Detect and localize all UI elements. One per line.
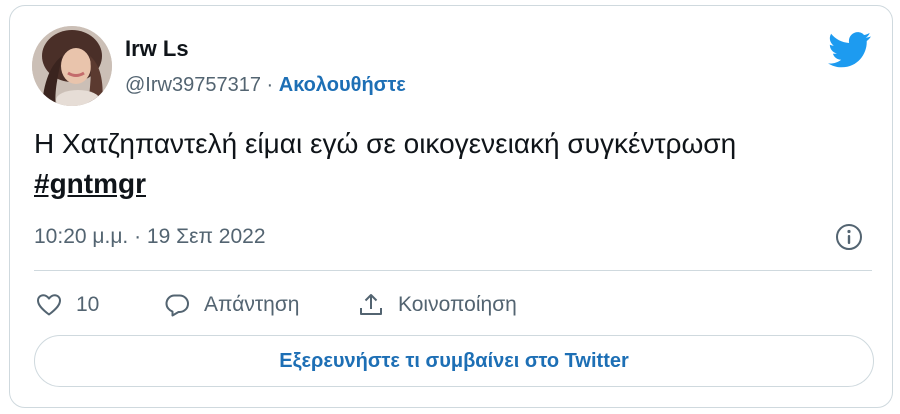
reply-button[interactable]: Απάντηση bbox=[164, 289, 299, 321]
like-button[interactable]: 10 bbox=[36, 289, 99, 321]
info-icon[interactable] bbox=[835, 223, 863, 251]
share-button[interactable]: Κοινοποίηση bbox=[358, 289, 517, 321]
author-handle[interactable]: @Irw39757317 bbox=[125, 74, 261, 96]
tweet-embed-card: Irw Ls @Irw39757317 · Ακολουθήστε Η Χατζ… bbox=[9, 5, 893, 408]
speech-bubble-icon bbox=[165, 294, 189, 317]
tweet-timestamp[interactable]: 10:20 μ.μ. · 19 Σεπ 2022 bbox=[34, 225, 266, 249]
follow-link[interactable]: Ακολουθήστε bbox=[279, 74, 406, 96]
like-count: 10 bbox=[76, 293, 100, 316]
divider bbox=[34, 270, 872, 271]
avatar-photo bbox=[32, 26, 112, 106]
heart-icon bbox=[37, 294, 61, 316]
reply-label: Απάντηση bbox=[204, 293, 300, 316]
twitter-bird-icon[interactable] bbox=[828, 32, 872, 68]
author-name[interactable]: Irw Ls bbox=[125, 36, 189, 62]
author-handle-line: @Irw39757317 · Ακολουθήστε bbox=[125, 74, 406, 97]
tweet-body: Η Χατζηπαντελή είμαι εγώ σε οικογενειακή… bbox=[34, 128, 737, 159]
explore-twitter-button[interactable]: Εξερευνήστε τι συμβαίνει στο Twitter bbox=[34, 335, 874, 387]
share-label: Κοινοποίηση bbox=[398, 293, 517, 316]
hashtag-link[interactable]: #gntmgr bbox=[34, 168, 146, 199]
avatar[interactable] bbox=[32, 26, 112, 106]
tweet-text: Η Χατζηπαντελή είμαι εγώ σε οικογενειακή… bbox=[34, 124, 884, 204]
handle-separator: · bbox=[266, 74, 274, 96]
share-upload-icon bbox=[360, 294, 382, 315]
